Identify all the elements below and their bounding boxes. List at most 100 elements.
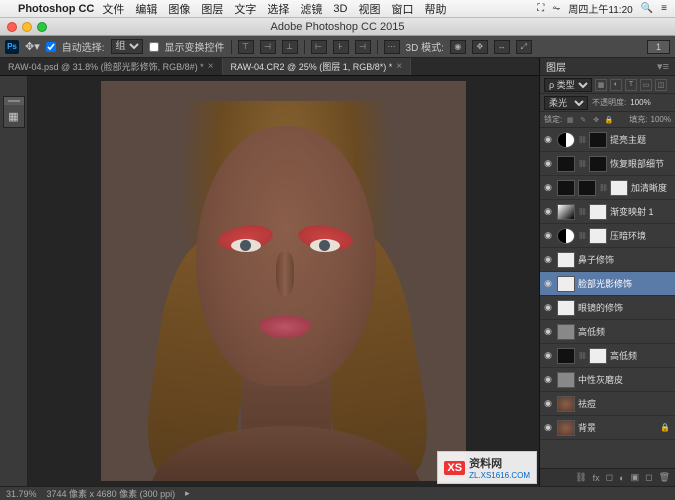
layers-list[interactable]: ◉⛓提亮主题◉⛓恢复眼部细节◉⛓加清晰度◉⛓渐变映射 1◉⛓压暗环境◉鼻子修饰◉… [540, 128, 675, 468]
align-hmid-icon[interactable]: ⊦ [333, 40, 349, 54]
filter-shape-icon[interactable]: ▭ [640, 79, 652, 91]
wifi-icon[interactable]: ⏦ [552, 3, 560, 14]
layer-row[interactable]: ◉背景🔒 [540, 416, 675, 440]
layer-name[interactable]: 鼻子修饰 [578, 253, 614, 266]
link-icon[interactable]: ⛓ [578, 232, 586, 240]
filter-smart-icon[interactable]: ◫ [655, 79, 667, 91]
panel-icon[interactable]: ▦ [4, 106, 24, 126]
show-transform-checkbox[interactable] [149, 42, 159, 52]
layer-thumb[interactable] [557, 348, 575, 364]
link-icon[interactable]: ⛓ [578, 352, 586, 360]
lock-pos-icon[interactable]: ✥ [591, 115, 601, 125]
visibility-eye-icon[interactable]: ◉ [542, 422, 554, 433]
menu-3d[interactable]: 3D [333, 3, 347, 15]
new-layer-icon[interactable]: ◻ [645, 472, 652, 483]
blend-mode-dropdown[interactable]: 柔光 [544, 96, 588, 110]
3d-orbit-icon[interactable]: ◉ [450, 40, 466, 54]
layer-row[interactable]: ◉ 中性灰磨皮 [540, 368, 675, 392]
close-tab-icon[interactable]: × [208, 61, 214, 72]
menu-file[interactable]: 文件 [102, 1, 124, 17]
layer-thumb[interactable] [557, 396, 575, 412]
spotlight-icon[interactable]: 🔍 [641, 3, 653, 14]
visibility-eye-icon[interactable]: ◉ [542, 230, 554, 241]
fx-icon[interactable]: fx [593, 473, 600, 483]
menu-edit[interactable]: 编辑 [135, 1, 157, 17]
trash-icon[interactable]: 🗑 [659, 472, 670, 483]
visibility-eye-icon[interactable]: ◉ [542, 302, 554, 313]
menu-select[interactable]: 选择 [267, 1, 289, 17]
layer-name[interactable]: 加清晰度 [631, 181, 667, 194]
filter-adjust-icon[interactable]: ◐ [610, 79, 622, 91]
menu-view[interactable]: 视图 [358, 1, 380, 17]
visibility-eye-icon[interactable]: ◉ [542, 182, 554, 193]
ps-home-icon[interactable]: Ps [5, 40, 19, 54]
layer-mask-thumb[interactable] [610, 180, 628, 196]
layer-row[interactable]: ◉ ⛓ 压暗环境 [540, 224, 675, 248]
zoom-level[interactable]: 31.79% [6, 489, 37, 499]
align-bottom-icon[interactable]: ⊥ [282, 40, 298, 54]
align-vmid-icon[interactable]: ⊣ [260, 40, 276, 54]
doc-info-arrow-icon[interactable]: ▸ [185, 488, 190, 499]
align-top-icon[interactable]: ⊤ [238, 40, 254, 54]
menu-window[interactable]: 窗口 [391, 1, 413, 17]
visibility-eye-icon[interactable]: ◉ [542, 134, 554, 145]
workspace-value[interactable]: 1 [647, 40, 670, 54]
layer-thumb[interactable] [557, 300, 575, 316]
layer-name[interactable]: 祛痘 [578, 397, 596, 410]
fill-value[interactable]: 100% [651, 115, 671, 124]
layer-name[interactable]: 压暗环境 [610, 229, 646, 242]
layers-tab[interactable]: 图层 [546, 59, 566, 74]
layer-name[interactable]: 渐变映射 1 [610, 205, 654, 218]
layer-name[interactable]: 高低频 [610, 349, 637, 362]
menu-help[interactable]: 帮助 [424, 1, 446, 17]
document-canvas[interactable] [101, 81, 466, 481]
canvas-area[interactable] [28, 76, 539, 486]
layer-mask-thumb[interactable] [589, 348, 607, 364]
clock[interactable]: 周四上午11:20 [568, 1, 632, 16]
opacity-value[interactable]: 100% [630, 98, 650, 107]
layer-row[interactable]: ◉⛓加清晰度 [540, 176, 675, 200]
menu-layer[interactable]: 图层 [201, 1, 223, 17]
lock-image-icon[interactable]: ✎ [578, 115, 588, 125]
visibility-eye-icon[interactable]: ◉ [542, 158, 554, 169]
layer-thumb[interactable] [557, 156, 575, 172]
fullscreen-icon[interactable]: ⛶ [537, 3, 544, 14]
layer-thumb[interactable] [557, 252, 575, 268]
align-right-icon[interactable]: ⊣ [355, 40, 371, 54]
menu-image[interactable]: 图像 [168, 1, 190, 17]
layer-name[interactable]: 脸部光影修饰 [578, 277, 632, 290]
doc-tab-1[interactable]: RAW-04.psd @ 31.8% (脸部光影修饰, RGB/8#) * × [0, 58, 223, 75]
layer-row[interactable]: ◉⛓高低频 [540, 344, 675, 368]
app-name[interactable]: Photoshop CC [18, 3, 94, 15]
align-left-icon[interactable]: ⊢ [311, 40, 327, 54]
visibility-eye-icon[interactable]: ◉ [542, 206, 554, 217]
layer-thumb[interactable] [557, 372, 575, 388]
3d-pan-icon[interactable]: ✥ [472, 40, 488, 54]
3d-slide-icon[interactable]: ↔ [494, 40, 510, 54]
layer-thumb[interactable] [557, 180, 575, 196]
link-layers-icon[interactable]: ⛓ [575, 472, 586, 483]
filter-pixel-icon[interactable]: ▦ [595, 79, 607, 91]
mask-icon[interactable]: ◻ [606, 472, 613, 483]
layer-thumb[interactable] [557, 420, 575, 436]
visibility-eye-icon[interactable]: ◉ [542, 374, 554, 385]
layer-mask-thumb[interactable] [589, 156, 607, 172]
menu-list-icon[interactable]: ≡ [661, 3, 667, 14]
lock-trans-icon[interactable]: ▦ [565, 115, 575, 125]
layer-name[interactable]: 中性灰磨皮 [578, 373, 623, 386]
doc-tab-2[interactable]: RAW-04.CR2 @ 25% (图层 1, RGB/8*) * × [223, 58, 412, 75]
layer-name[interactable]: 背景 [578, 421, 596, 434]
auto-select-checkbox[interactable] [46, 42, 56, 52]
filter-type-icon[interactable]: T [625, 79, 637, 91]
panel-menu-icon[interactable]: ▾≡ [657, 60, 669, 73]
layer-thumb[interactable] [557, 204, 575, 220]
layer-thumb[interactable] [557, 324, 575, 340]
layer-row[interactable]: ◉⛓恢复眼部细节 [540, 152, 675, 176]
menu-type[interactable]: 文字 [234, 1, 256, 17]
layer-row[interactable]: ◉高低频 [540, 320, 675, 344]
visibility-eye-icon[interactable]: ◉ [542, 398, 554, 409]
3d-scale-icon[interactable]: ⤢ [516, 40, 532, 54]
adjustment-icon[interactable]: ◐ [619, 473, 624, 483]
layer-row[interactable]: ◉脸部光影修饰 [540, 272, 675, 296]
link-icon[interactable]: ⛓ [578, 160, 586, 168]
